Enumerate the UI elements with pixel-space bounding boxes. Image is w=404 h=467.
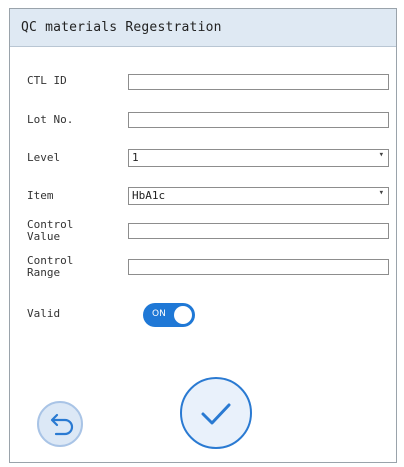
toggle-knob [174, 306, 192, 324]
valid-toggle[interactable]: ON [143, 303, 195, 327]
level-select[interactable]: 1 ▾ [128, 149, 389, 167]
lot-no-input[interactable] [128, 112, 389, 128]
checkmark-icon [201, 403, 231, 425]
confirm-button[interactable] [180, 377, 252, 449]
toggle-state-text: ON [152, 309, 166, 319]
item-value: HbA1c [132, 189, 166, 202]
title-bar: QC materials Regestration [10, 9, 396, 47]
item-label: Item [27, 189, 54, 202]
chevron-down-icon: ▾ [378, 150, 384, 160]
level-value: 1 [132, 151, 139, 164]
ctl-id-label: CTL ID [27, 74, 67, 87]
lot-no-label: Lot No. [27, 113, 74, 126]
valid-label: Valid [27, 307, 61, 320]
control-value-label-line1: Control [27, 218, 74, 231]
control-value-label-line2: Value [27, 230, 61, 243]
item-select[interactable]: HbA1c ▾ [128, 187, 389, 205]
chevron-down-icon: ▾ [378, 188, 384, 198]
registration-dialog: QC materials Regestration CTL ID Lot No.… [9, 8, 397, 463]
level-label: Level [27, 151, 61, 164]
control-value-input[interactable] [128, 223, 389, 239]
control-range-label-line1: Control [27, 254, 74, 267]
control-range-input[interactable] [128, 259, 389, 275]
undo-arrow-icon [50, 413, 74, 436]
dialog-title: QC materials Regestration [21, 20, 222, 35]
ctl-id-input[interactable] [128, 74, 389, 90]
control-range-label-line2: Range [27, 266, 61, 279]
back-button[interactable] [37, 401, 83, 447]
